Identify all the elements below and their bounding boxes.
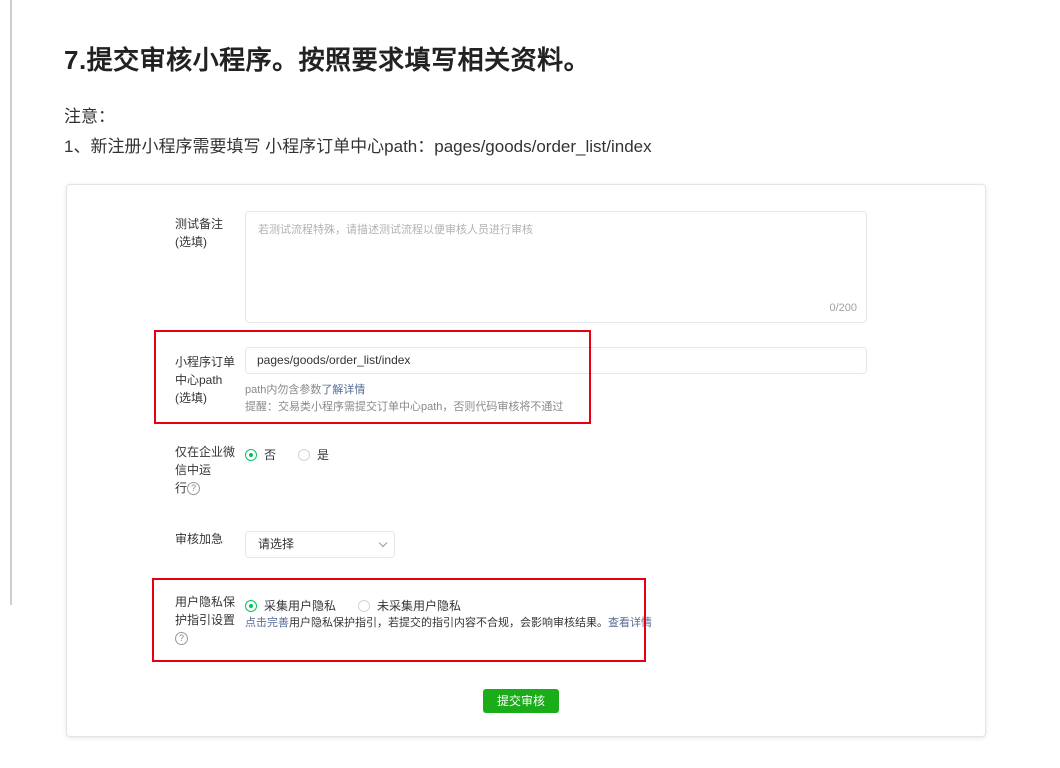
expedite-label: 审核加急 xyxy=(175,532,224,546)
question-circle-icon[interactable]: ? xyxy=(175,632,188,646)
wework-only-label: 仅在企业微 信中运 行? xyxy=(175,445,236,496)
wework-only-radio-group: 否 是 xyxy=(245,446,351,463)
submit-review-button[interactable]: 提交审核 xyxy=(483,689,559,713)
radio-unchecked-icon[interactable] xyxy=(358,599,371,612)
test-note-textarea[interactable]: 若测试流程特殊，请描述测试流程以便审核人员进行审核 0/200 xyxy=(245,211,867,323)
learn-more-link[interactable]: 了解详情 xyxy=(321,384,365,396)
complete-guide-link[interactable]: 点击完善 xyxy=(245,617,289,629)
radio-checked-icon[interactable] xyxy=(245,599,257,612)
order-path-tip: path内勿含参数了解详情 xyxy=(245,384,366,396)
chevron-down-icon xyxy=(378,538,388,548)
radio-option-yes[interactable]: 是 xyxy=(298,446,329,463)
test-note-counter: 0/200 xyxy=(829,302,857,314)
submit-review-form-card: 测试备注 (选填) 若测试流程特殊，请描述测试流程以便审核人员进行审核 0/20… xyxy=(66,184,986,737)
privacy-radio-group: 采集用户隐私 未采集用户隐私 xyxy=(245,597,483,614)
radio-option-collect[interactable]: 采集用户隐私 xyxy=(245,597,336,614)
question-circle-icon[interactable]: ? xyxy=(187,482,201,496)
order-path-reminder: 提醒：交易类小程序需提交订单中心path，否则代码审核将不通过 xyxy=(245,401,564,413)
expedite-select[interactable]: 请选择 xyxy=(245,531,395,558)
order-path-input[interactable]: pages/goods/order_list/index xyxy=(245,347,867,374)
test-note-label: 测试备注 (选填) xyxy=(175,217,224,249)
privacy-tip: 点击完善用户隐私保护指引，若提交的指引内容不合规，会影响审核结果。查看详情 xyxy=(245,617,652,629)
privacy-label: 用户隐私保 护指引设置 ? xyxy=(175,595,236,646)
radio-option-no-collect[interactable]: 未采集用户隐私 xyxy=(358,597,461,614)
radio-unchecked-icon[interactable] xyxy=(298,448,311,461)
page-heading: 7.提交审核小程序。按照要求填写相关资料。 xyxy=(64,45,591,75)
left-divider xyxy=(10,0,12,605)
radio-checked-icon[interactable] xyxy=(245,448,257,461)
radio-option-no[interactable]: 否 xyxy=(245,446,276,463)
view-details-link[interactable]: 查看详情 xyxy=(608,617,652,629)
note-label: 注意： xyxy=(64,107,115,126)
order-path-label: 小程序订单 中心path (选填) xyxy=(175,355,236,405)
test-note-placeholder: 若测试流程特殊，请描述测试流程以便审核人员进行审核 xyxy=(258,224,533,236)
note-line: 1、新注册小程序需要填写 小程序订单中心path：pages/goods/ord… xyxy=(64,137,652,156)
